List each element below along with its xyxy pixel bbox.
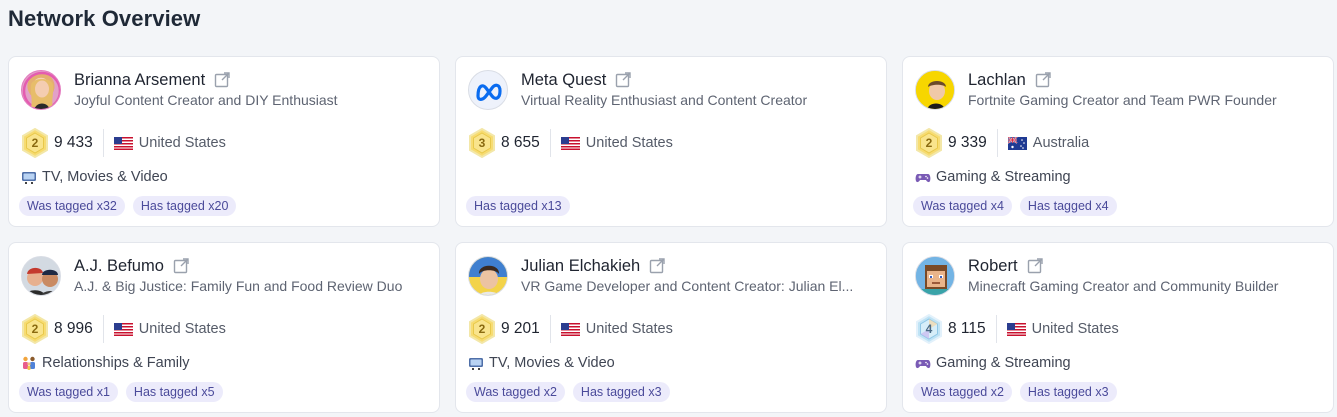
creator-description: Fortnite Gaming Creator and Team PWR Fou… (968, 92, 1277, 108)
creator-description: VR Game Developer and Content Creator: J… (521, 278, 854, 294)
gamepad-icon (915, 355, 931, 371)
country-label: United States (138, 135, 226, 151)
avatar[interactable] (468, 256, 508, 296)
creator-name: Meta Quest (521, 70, 607, 89)
level-number: 3 (478, 136, 486, 150)
category-label: TV, Movies & Video (42, 169, 168, 185)
score-value: 8 996 (54, 320, 93, 337)
profile-card[interactable]: Meta Quest Virtual Reality Enthusiast an… (455, 56, 887, 227)
level-badge: 2 (467, 314, 497, 344)
tag-list: Was tagged x2 Has tagged x3 (913, 382, 1117, 402)
score-value: 9 433 (54, 134, 93, 151)
tag-pill[interactable]: Has tagged x4 (1019, 196, 1117, 216)
category-label: Gaming & Streaming (936, 169, 1071, 185)
tag-list: Was tagged x32 Has tagged x20 (19, 196, 237, 216)
score-value: 9 201 (501, 320, 540, 337)
tag-pill[interactable]: Was tagged x4 (913, 196, 1012, 216)
category-label: Relationships & Family (42, 355, 190, 371)
profile-card[interactable]: Lachlan Fortnite Gaming Creator and Team… (902, 56, 1334, 227)
network-grid: Brianna Arsement Joyful Content Creator … (8, 56, 1334, 413)
divider (996, 129, 998, 157)
avatar[interactable] (915, 70, 955, 110)
tag-pill[interactable]: Was tagged x2 (913, 382, 1012, 402)
tv-icon (468, 355, 484, 371)
tag-list: Was tagged x4 Has tagged x4 (913, 196, 1117, 216)
level-number: 4 (925, 322, 933, 336)
tag-pill[interactable]: Was tagged x2 (466, 382, 565, 402)
us-flag-icon (561, 323, 580, 336)
category-label: Gaming & Streaming (936, 355, 1071, 371)
gamepad-icon (915, 169, 931, 185)
au-flag-icon (1008, 137, 1027, 150)
external-link-icon[interactable] (173, 258, 189, 274)
profile-card[interactable]: Robert Minecraft Gaming Creator and Comm… (902, 242, 1334, 413)
creator-name: Lachlan (968, 70, 1026, 89)
external-link-icon[interactable] (214, 72, 230, 88)
tag-list: Has tagged x13 (466, 196, 570, 216)
avatar[interactable] (21, 256, 61, 296)
us-flag-icon (1007, 323, 1026, 336)
external-link-icon[interactable] (1035, 72, 1051, 88)
level-number: 2 (925, 136, 933, 150)
creator-name: Julian Elchakieh (521, 256, 641, 275)
level-badge: 3 (467, 128, 497, 158)
us-flag-icon (114, 323, 133, 336)
level-badge: 2 (20, 128, 50, 158)
creator-description: Minecraft Gaming Creator and Community B… (968, 278, 1279, 294)
profile-card[interactable]: Julian Elchakieh VR Game Developer and C… (455, 242, 887, 413)
divider (995, 315, 997, 343)
avatar[interactable] (468, 70, 508, 110)
creator-description: Virtual Reality Enthusiast and Content C… (521, 92, 808, 108)
category-label: TV, Movies & Video (489, 355, 615, 371)
avatar[interactable] (915, 256, 955, 296)
tv-icon (21, 169, 37, 185)
score-value: 8 655 (501, 134, 540, 151)
tag-pill[interactable]: Has tagged x20 (132, 196, 237, 216)
tag-pill[interactable]: Was tagged x32 (19, 196, 125, 216)
page-title: Network Overview (8, 6, 201, 31)
external-link-icon[interactable] (615, 72, 631, 88)
divider (549, 129, 551, 157)
tag-list: Was tagged x2 Has tagged x3 (466, 382, 670, 402)
score-value: 8 115 (948, 320, 986, 337)
tag-pill[interactable]: Has tagged x3 (1019, 382, 1117, 402)
us-flag-icon (114, 137, 133, 150)
country-label: United States (585, 321, 673, 337)
country-label: United States (585, 135, 673, 151)
level-badge: 4 (914, 314, 944, 344)
level-badge: 2 (20, 314, 50, 344)
divider (102, 315, 104, 343)
country-label: United States (1031, 321, 1119, 337)
country-label: United States (138, 321, 226, 337)
tag-pill[interactable]: Has tagged x5 (125, 382, 223, 402)
profile-card[interactable]: A.J. Befumo A.J. & Big Justice: Family F… (8, 242, 440, 413)
family-icon (21, 355, 37, 371)
level-badge: 2 (914, 128, 944, 158)
avatar[interactable] (21, 70, 61, 110)
external-link-icon[interactable] (649, 258, 665, 274)
tag-pill[interactable]: Was tagged x1 (19, 382, 118, 402)
level-number: 2 (31, 136, 39, 150)
us-flag-icon (561, 137, 580, 150)
creator-description: A.J. & Big Justice: Family Fun and Food … (74, 278, 403, 294)
divider (549, 315, 551, 343)
creator-name: Robert (968, 256, 1018, 275)
country-label: Australia (1032, 135, 1090, 151)
divider (102, 129, 104, 157)
profile-card[interactable]: Brianna Arsement Joyful Content Creator … (8, 56, 440, 227)
creator-name: Brianna Arsement (74, 70, 206, 89)
tag-list: Was tagged x1 Has tagged x5 (19, 382, 223, 402)
level-number: 2 (31, 322, 39, 336)
tag-pill[interactable]: Has tagged x13 (466, 196, 570, 216)
external-link-icon[interactable] (1027, 258, 1043, 274)
score-value: 9 339 (948, 134, 987, 151)
creator-description: Joyful Content Creator and DIY Enthusias… (74, 92, 338, 108)
creator-name: A.J. Befumo (74, 256, 164, 275)
level-number: 2 (478, 322, 486, 336)
tag-pill[interactable]: Has tagged x3 (572, 382, 670, 402)
